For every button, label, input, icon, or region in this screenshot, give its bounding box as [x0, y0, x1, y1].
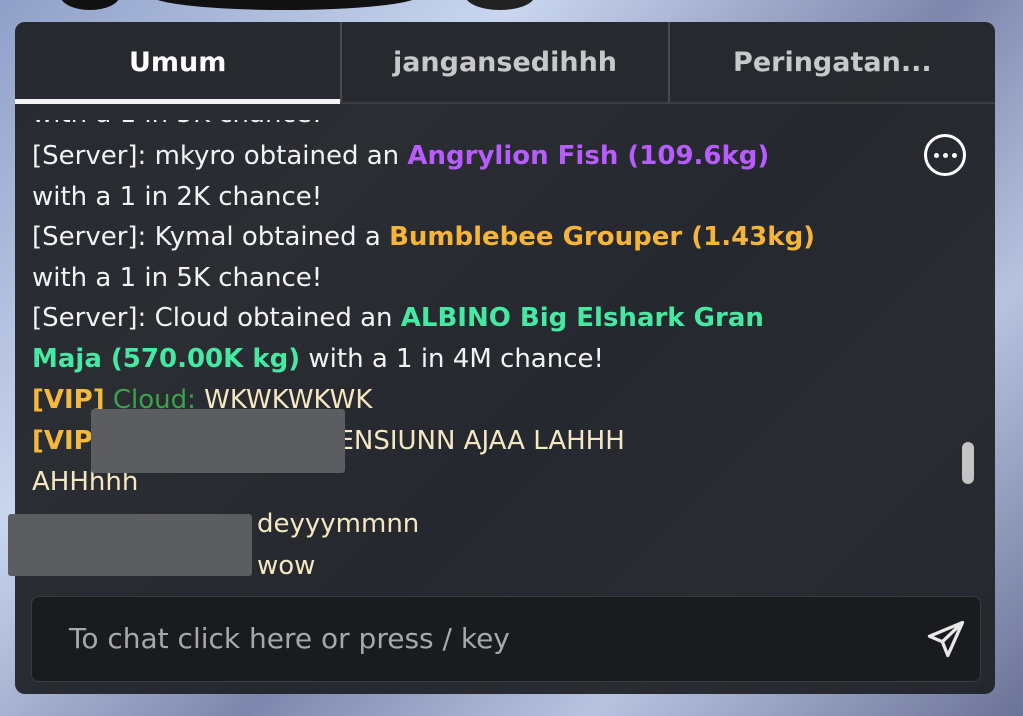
chat-input-placeholder: To chat click here or press / key: [69, 622, 510, 655]
ellipsis-circle-icon[interactable]: [924, 134, 966, 176]
message-text: Cloud obtained an: [146, 303, 401, 333]
redacted-username: [8, 514, 252, 576]
chat-message: [Server]: mkyro obtained an Angrylion Fi…: [32, 136, 932, 217]
server-prefix: [Server]:: [32, 141, 147, 171]
message-text: with a 1 in 5K chance!: [32, 262, 323, 293]
message-text: : PENSIUNN AJAA LAHHH: [304, 426, 625, 456]
message-text: Kymal obtained a: [146, 222, 390, 252]
catch-item: Angrylion Fish (109.6kg): [407, 141, 770, 171]
chat-window: Umum jangansedihhh Peringatan... with a …: [15, 22, 995, 694]
clipped-message: with a 1 in 5K chance!: [32, 120, 932, 135]
message-text: wow: [257, 551, 316, 581]
chat-message: [Server]: Kymal obtained a Bumblebee Gro…: [32, 217, 932, 298]
tab-umum[interactable]: Umum: [15, 22, 341, 104]
server-prefix: [Server]:: [32, 222, 147, 252]
background-decoration: [465, 0, 535, 10]
scrollbar[interactable]: [962, 442, 974, 484]
message-text: deyyymmnn: [257, 509, 420, 539]
background-decoration: [60, 0, 120, 10]
tab-jangansedihhh[interactable]: jangansedihhh: [340, 22, 667, 102]
tab-peringatan[interactable]: Peringatan...: [667, 22, 995, 102]
message-text: with a 1 in 2K chance!: [32, 181, 323, 212]
chat-input[interactable]: To chat click here or press / key: [31, 596, 981, 682]
vip-tag: [VIP: [32, 426, 93, 456]
catch-item: ALBINO Big Elshark Gran: [400, 303, 764, 333]
background-decoration: [150, 0, 420, 10]
catch-item: Bumblebee Grouper (1.43kg): [389, 222, 816, 252]
server-prefix: [Server]:: [32, 303, 147, 333]
message-text: mkyro obtained an: [146, 141, 408, 171]
chat-message: [Server]: Cloud obtained an ALBINO Big E…: [32, 298, 932, 379]
chat-tabs: Umum jangansedihhh Peringatan...: [15, 22, 995, 104]
message-text: with a 1 in 4M chance!: [300, 343, 604, 374]
redacted-username: [91, 409, 345, 473]
paper-plane-send-icon[interactable]: [924, 617, 968, 661]
catch-item: Maja (570.00K kg): [32, 343, 301, 374]
